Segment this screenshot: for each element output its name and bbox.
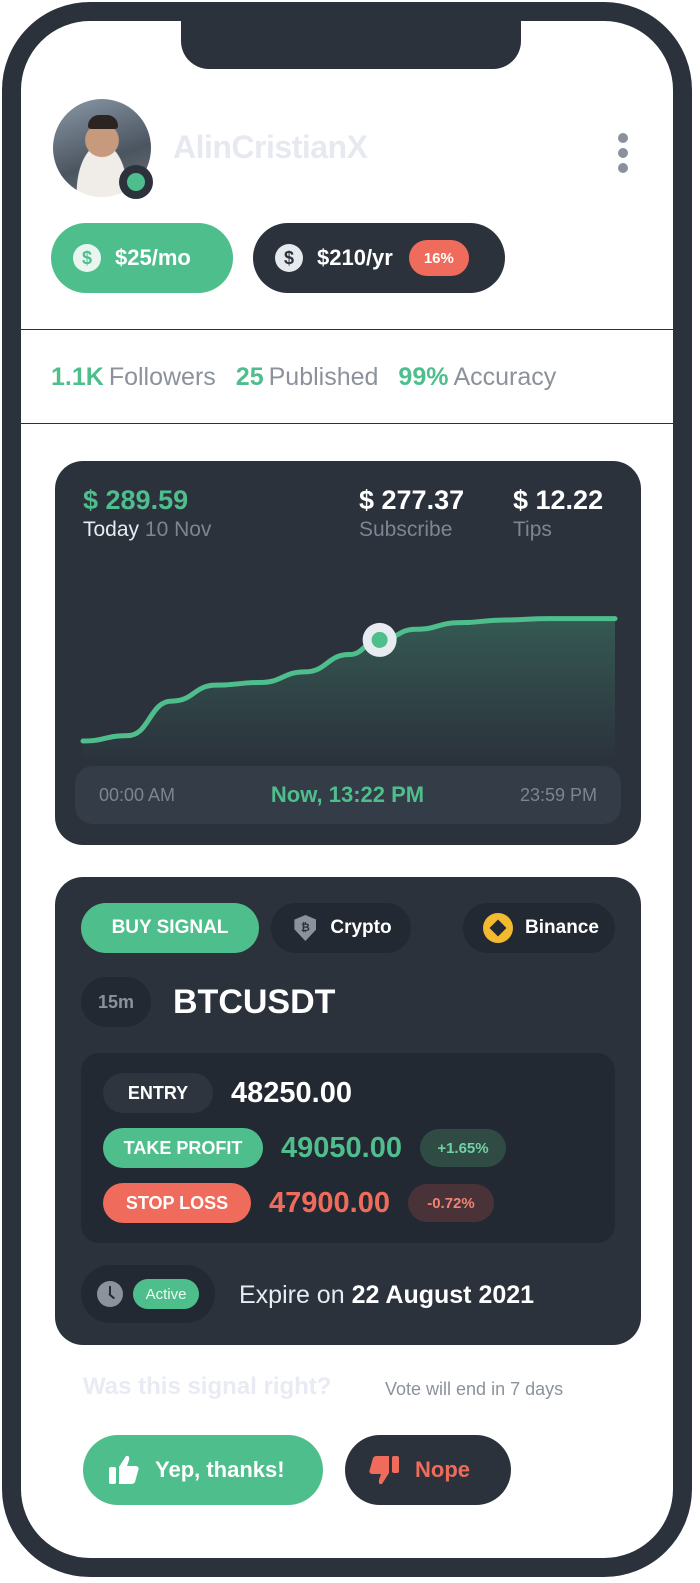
expire-date: 22 August 2021 [351,1281,535,1309]
crypto-label: Crypto [330,917,392,938]
entry-tag: ENTRY [103,1073,213,1113]
thumbs-down-icon [369,1456,399,1485]
dollar-coin-icon: $ [73,244,101,272]
vote-note: Vote will end in 7 days [385,1379,564,1399]
time-now: Now, 13:22 PM [270,782,425,807]
divider [21,329,673,330]
tips-value: $ 12.22 [513,485,604,515]
subscribe-value: $ 277.37 [359,485,465,515]
entry-row: ENTRY 48250.00 [103,1073,370,1113]
yearly-price: $210/yr [317,245,393,270]
vote-no-button[interactable]: Nope [345,1435,511,1505]
stat-accuracy: 99% Accuracy [398,363,557,391]
buy-signal-tag[interactable]: BUY SIGNAL [81,903,259,953]
stop-loss-tag: STOP LOSS [103,1183,251,1223]
divider [21,423,673,424]
trading-pair: BTCUSDT [173,983,336,1021]
tips-label: Tips [513,518,552,541]
stop-loss-percent: -0.72% [407,1184,494,1222]
binance-icon [483,913,514,943]
yearly-subscription-button[interactable]: $ $210/yr 16% [253,223,505,293]
phone-frame: AlinCristianX $ $25/mo $ $210/yr 16% 1.1… [2,2,692,1577]
stop-loss-value: 47900.00 [269,1186,390,1219]
notch [181,21,521,69]
monthly-subscription-button[interactable]: $ $25/mo [51,223,233,293]
earnings-card: $ 289.59 Today 10 Nov $ 277.37 Subscribe… [55,461,641,845]
time-start: 00:00 AM [99,784,176,805]
stop-loss-row: STOP LOSS 47900.00 -0.72% [103,1183,494,1223]
vote-question: Was this signal right? [83,1373,332,1400]
shield-icon: ₿ [294,915,317,941]
vote-yes-label: Yep, thanks! [155,1457,285,1482]
today-label: Today [83,518,140,541]
time-end: 23:59 PM [519,784,597,805]
subscribe-earnings: $ 277.37 Subscribe [359,485,464,542]
thumbs-up-icon [109,1455,139,1484]
signal-status: Active [81,1265,215,1323]
dollar-coin-icon: $ [275,244,303,272]
username: AlinCristianX [173,129,368,165]
more-options-icon[interactable] [613,133,633,173]
profile-stats: 1.1K Followers 25 Published 99% Accuracy [51,363,556,392]
subscribe-label: Subscribe [359,518,453,541]
crypto-tag[interactable]: ₿ Crypto [271,903,411,953]
today-date: 10 Nov [144,518,212,541]
clock-icon [97,1281,123,1307]
timeframe-badge: 15m [81,977,151,1027]
signal-card: BUY SIGNAL ₿ Crypto Binance 15m BTCUSDT … [55,877,641,1345]
stat-followers: 1.1K Followers [51,363,216,391]
price-levels: ENTRY 48250.00 TAKE PROFIT 49050.00 +1.6… [81,1053,615,1243]
chart-area [83,618,615,761]
take-profit-tag: TAKE PROFIT [103,1128,263,1168]
stat-published: 25 Published [235,363,379,391]
binance-label: Binance [525,917,599,938]
today-earnings: $ 289.59 Today 10 Nov [83,485,211,542]
active-badge: Active [133,1279,199,1309]
take-profit-percent: +1.65% [419,1129,506,1167]
discount-badge: 16% [408,240,469,276]
binance-tag[interactable]: Binance [463,903,615,953]
take-profit-row: TAKE PROFIT 49050.00 +1.65% [103,1128,506,1168]
entry-value: 48250.00 [231,1076,352,1109]
avatar[interactable] [53,99,153,199]
time-range-bar[interactable]: 00:00 AM Now, 13:22 PM 23:59 PM [75,766,621,824]
vote-yes-button[interactable]: Yep, thanks! [83,1435,323,1505]
tips-earnings: $ 12.22 Tips [513,485,603,542]
expire-text: Expire on 22 August 2021 [239,1281,535,1309]
monthly-price: $25/mo [115,245,191,270]
online-status-icon [119,165,153,199]
vote-no-label: Nope [415,1457,470,1482]
today-value: $ 289.59 [83,485,189,515]
take-profit-value: 49050.00 [281,1131,402,1164]
current-point-dot [371,631,388,648]
